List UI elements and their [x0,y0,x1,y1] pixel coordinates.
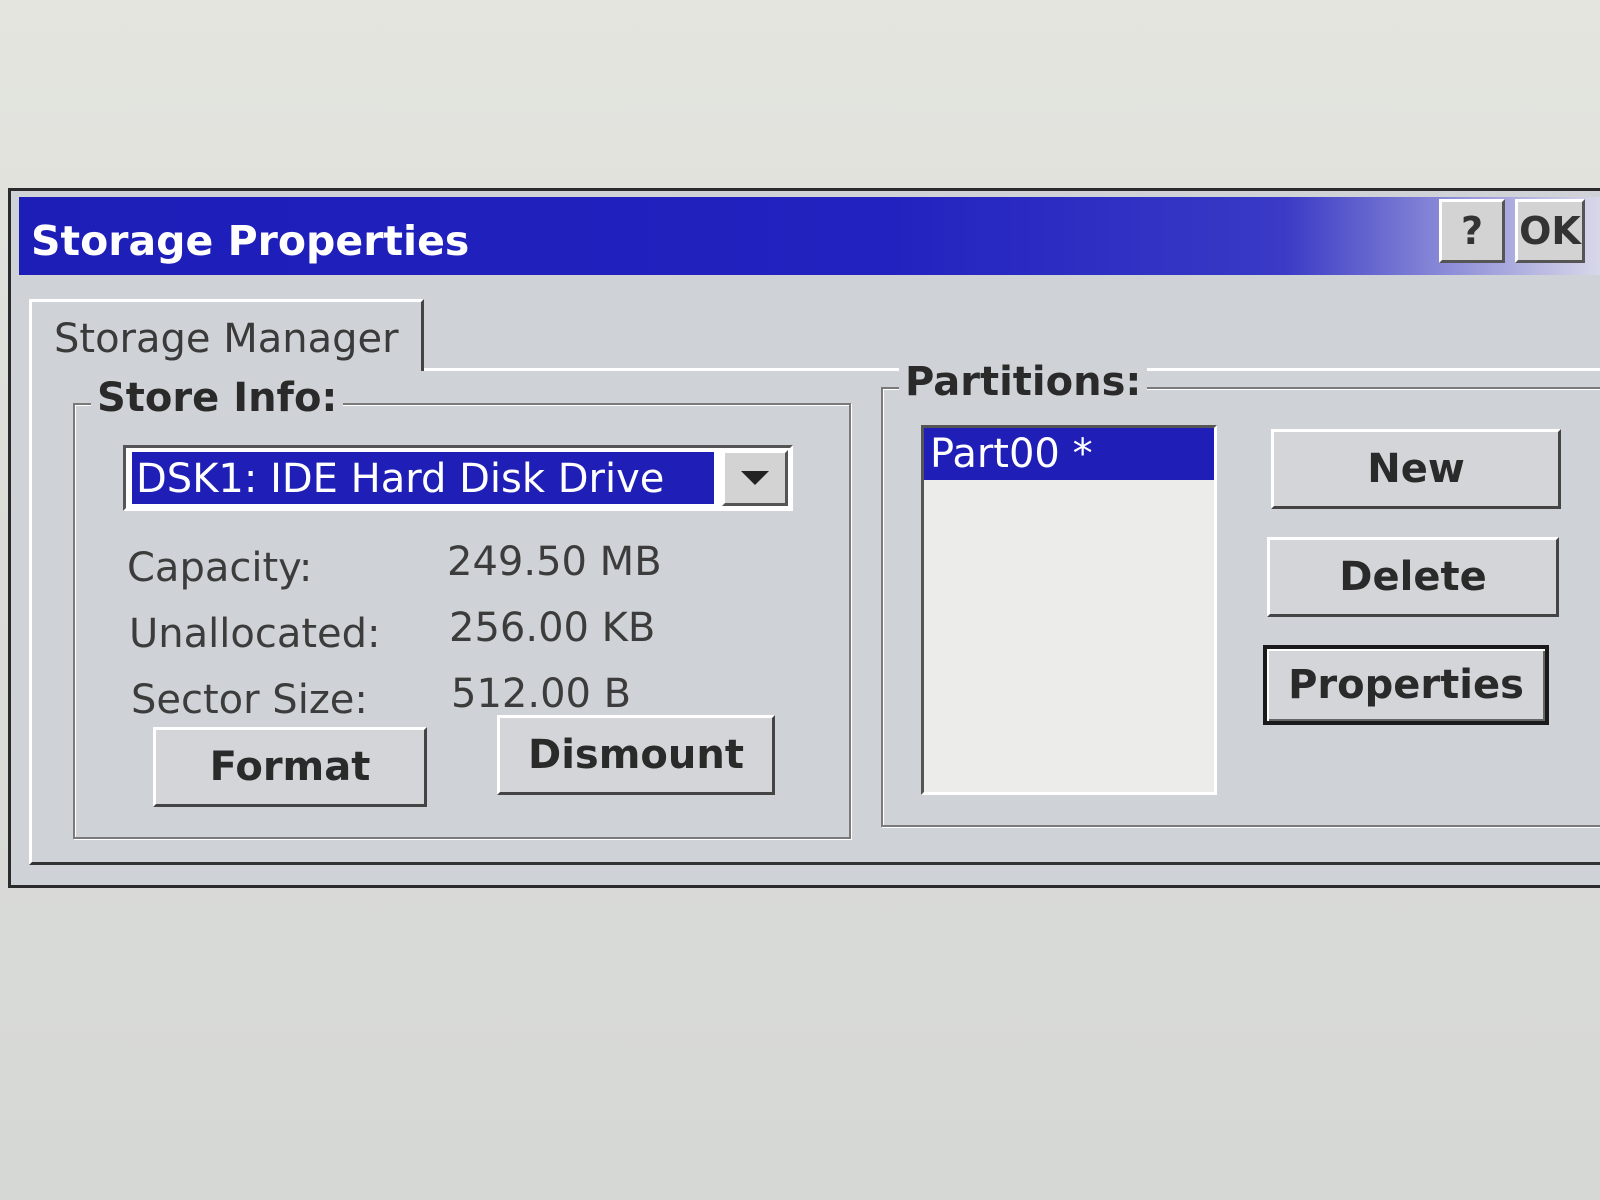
new-partition-button[interactable]: New [1271,429,1561,509]
partition-properties-button[interactable]: Properties [1263,645,1549,725]
store-select[interactable]: DSK1: IDE Hard Disk Drive [123,445,793,511]
sector-size-value: 512.00 B [451,671,632,717]
store-select-value[interactable]: DSK1: IDE Hard Disk Drive [132,452,714,504]
capacity-label: Capacity: [127,545,313,591]
dismount-button[interactable]: Dismount [497,715,775,795]
dropdown-arrow-button[interactable] [722,450,788,506]
store-info-group: Store Info: DSK1: IDE Hard Disk Drive Ca… [73,375,851,839]
unallocated-value: 256.00 KB [449,605,656,651]
store-info-legend: Store Info: [91,375,344,421]
help-button[interactable]: ? [1439,199,1505,263]
unallocated-label: Unallocated: [129,611,381,657]
chevron-down-icon [741,471,769,485]
delete-partition-button[interactable]: Delete [1267,537,1559,617]
tab-label: Storage Manager [54,316,399,362]
partitions-group: Partitions: Part00 * New Delete Properti… [881,359,1600,827]
title-bar: Storage Properties ? OK [19,197,1600,275]
sector-size-label: Sector Size: [131,677,368,723]
window-title: Storage Properties [31,217,470,265]
list-item[interactable]: Part00 * [924,428,1214,480]
storage-properties-dialog: Storage Properties ? OK Storage Manager … [8,188,1600,888]
partitions-legend: Partitions: [899,359,1148,405]
partitions-list[interactable]: Part00 * [921,425,1217,795]
ok-button[interactable]: OK [1515,199,1585,263]
tab-storage-manager[interactable]: Storage Manager [29,299,424,371]
capacity-value: 249.50 MB [447,539,662,585]
format-button[interactable]: Format [153,727,427,807]
